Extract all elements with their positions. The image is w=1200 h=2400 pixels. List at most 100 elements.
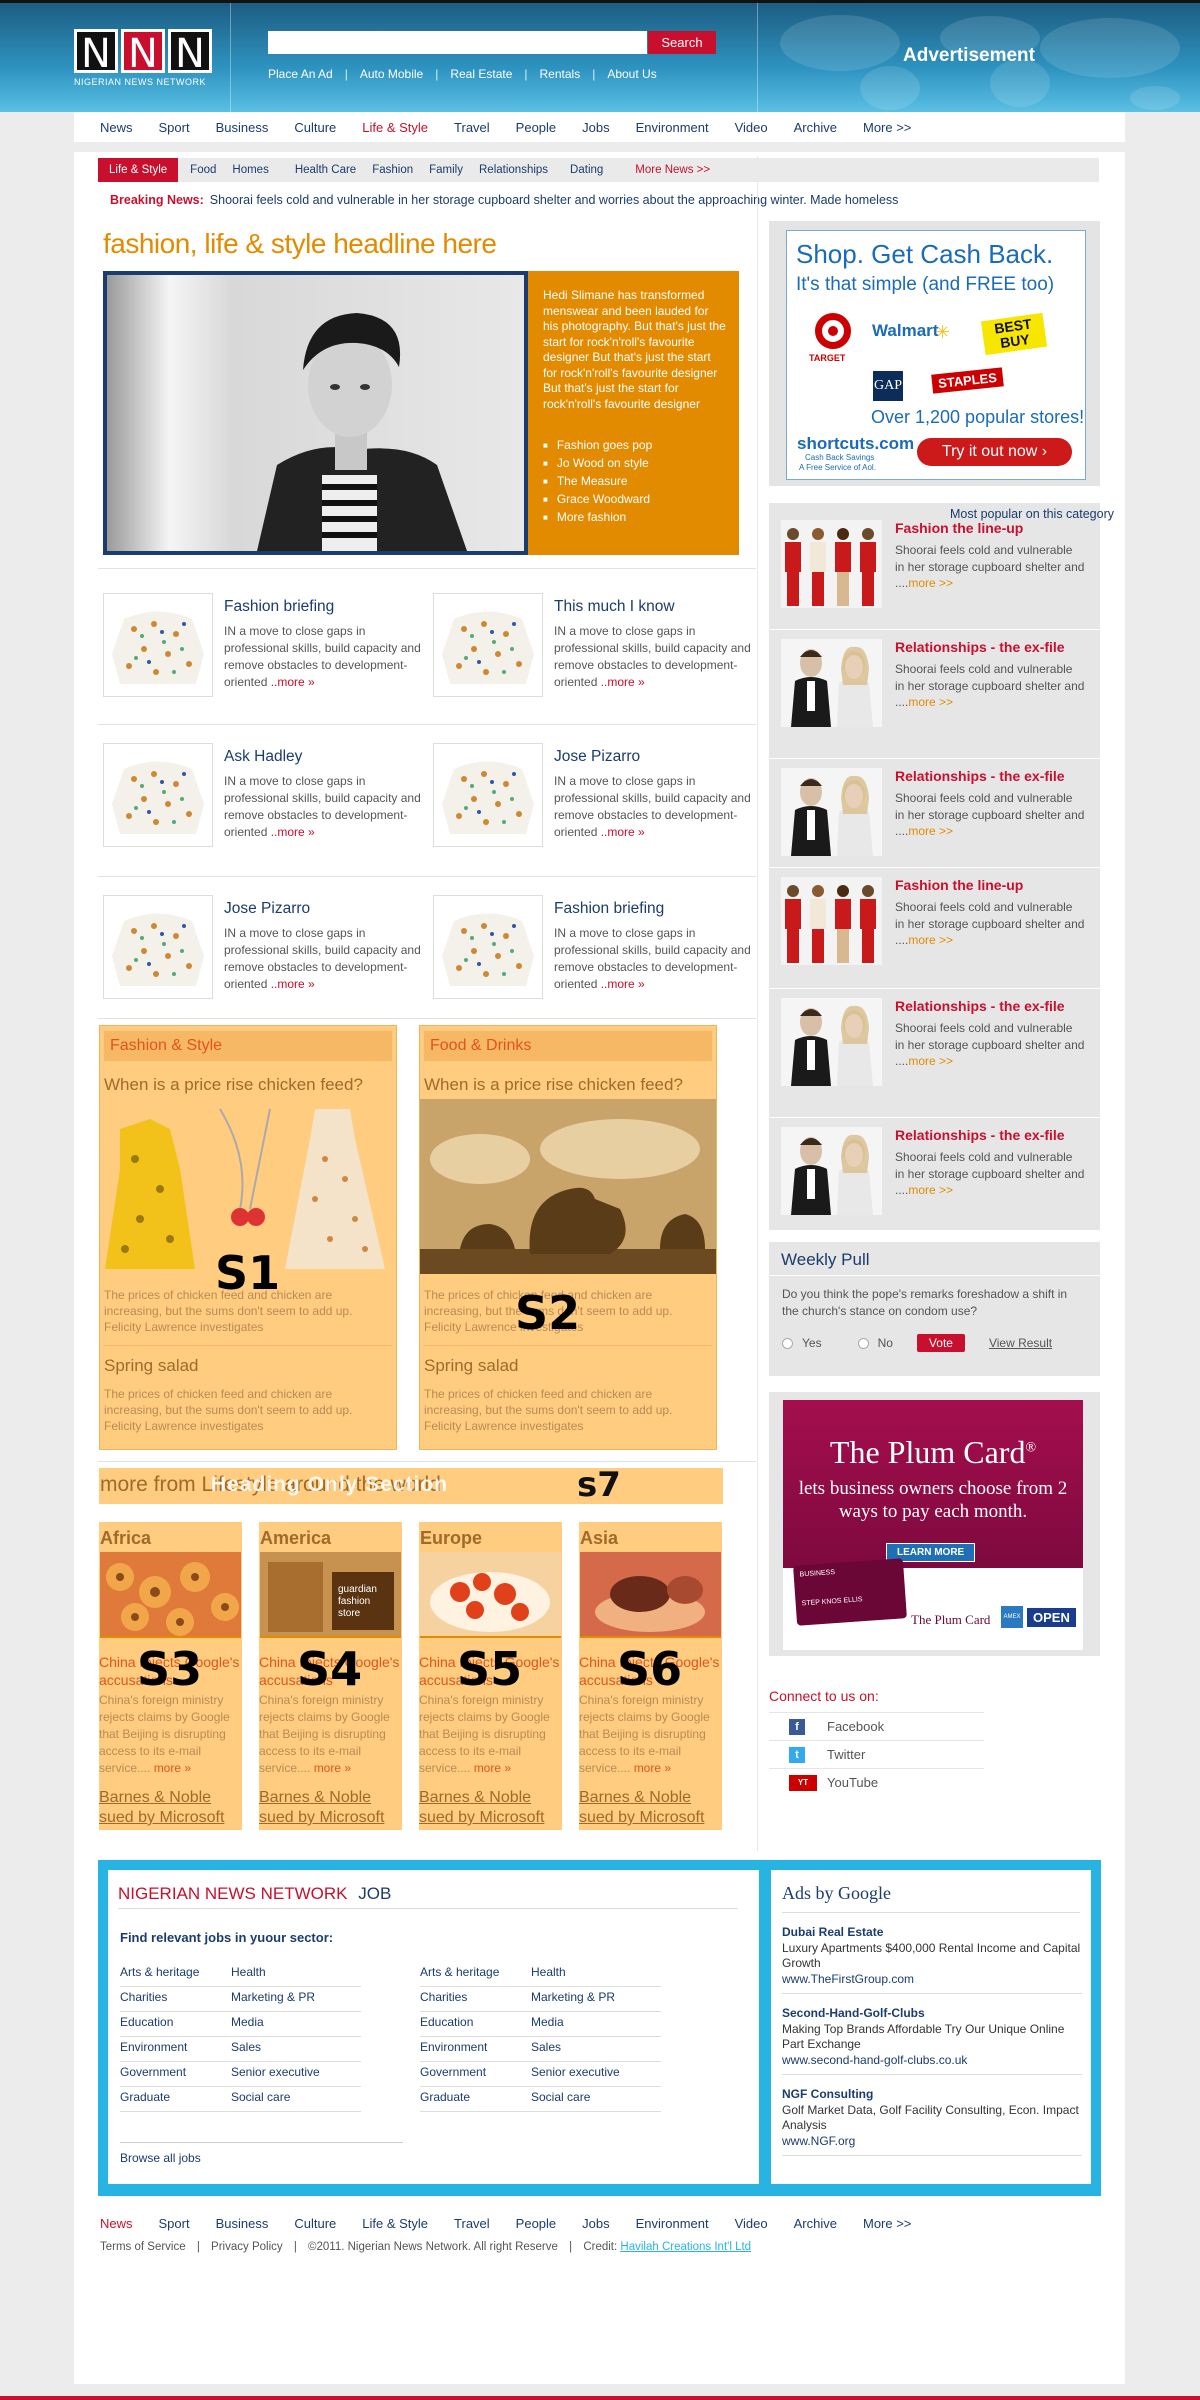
story-more-link[interactable]: ..more » (601, 825, 645, 839)
footer-nav-link[interactable]: Life & Style (362, 2216, 428, 2231)
popular-title[interactable]: Relationships - the ex-file (895, 998, 1065, 1014)
subnav-fashion[interactable]: Fashion (372, 164, 413, 176)
story-title[interactable]: This much I know (554, 598, 675, 616)
story-more-link[interactable]: ..more » (601, 675, 645, 689)
footer-nav-link[interactable]: Environment (636, 2216, 709, 2231)
continent-photo[interactable] (100, 1552, 241, 1638)
google-ad-url[interactable]: www.second-hand-golf-clubs.co.uk (782, 2053, 1082, 2069)
nav-culture[interactable]: Culture (294, 120, 336, 135)
google-ad-url[interactable]: www.TheFirstGroup.com (782, 1972, 1082, 1988)
popular-thumbnail[interactable] (781, 639, 882, 727)
panel-heading[interactable]: Food & Drinks (424, 1031, 712, 1061)
feature-headline[interactable]: fashion, life & style headline here (103, 228, 497, 260)
footer-nav-link[interactable]: Jobs (582, 2216, 609, 2231)
google-ad-name[interactable]: Second-Hand-Golf-Clubs (782, 2006, 1082, 2022)
try-it-button[interactable]: Try it out now › (917, 438, 1072, 466)
continent-footer-link[interactable]: Barnes & Noble sued by Microsoft (419, 1788, 562, 1828)
poll-yes-radio[interactable] (782, 1337, 793, 1349)
privacy-link[interactable]: Privacy Policy (211, 2241, 283, 2253)
footer-nav-link[interactable]: Sport (159, 2216, 190, 2231)
story-thumbnail[interactable] (103, 593, 213, 697)
subnav-health-care[interactable]: Health Care (295, 164, 356, 176)
footer-nav-link[interactable]: More >> (863, 2216, 911, 2231)
vote-button[interactable]: Vote (916, 1334, 965, 1352)
plum-card-ad[interactable]: The Plum Card® lets business owners choo… (783, 1400, 1083, 1650)
popular-thumbnail[interactable] (781, 1127, 882, 1215)
story-more-link[interactable]: ..more » (271, 977, 315, 991)
job-sector-link[interactable]: Media (531, 2012, 661, 2037)
shortcuts-ad[interactable]: Shop. Get Cash Back. It's that simple (a… (786, 230, 1086, 480)
feature-link[interactable]: The Measure (543, 474, 652, 488)
about-us-link[interactable]: About Us (607, 67, 656, 81)
footer-nav-link[interactable]: Archive (794, 2216, 837, 2231)
facebook-link[interactable]: f Facebook (769, 1712, 984, 1740)
nav-archive[interactable]: Archive (794, 120, 837, 135)
continent-name[interactable]: Europe (420, 1528, 562, 1549)
terms-link[interactable]: Terms of Service (100, 2241, 186, 2253)
story-title[interactable]: Ask Hadley (224, 748, 302, 766)
search-button[interactable]: Search (648, 31, 716, 54)
nav-business[interactable]: Business (216, 120, 269, 135)
job-sector-link[interactable]: Sales (531, 2037, 661, 2062)
google-ad[interactable]: NGF Consulting Golf Market Data, Golf Fac… (782, 2087, 1082, 2156)
google-ad-url[interactable]: www.NGF.org (782, 2134, 1082, 2150)
popular-more-link[interactable]: more >> (908, 933, 953, 947)
story-title[interactable]: Fashion briefing (224, 598, 334, 616)
story-title[interactable]: Fashion briefing (554, 900, 664, 918)
continent-more-link[interactable]: more » (314, 1761, 351, 1775)
site-logo[interactable]: N N N NIGERIAN NEWS NETWORK (74, 29, 212, 87)
footer-nav-link[interactable]: Video (735, 2216, 768, 2231)
continent-photo[interactable] (580, 1552, 721, 1638)
panel-question[interactable]: When is a price rise chicken feed? (104, 1075, 396, 1095)
popular-more-link[interactable]: more >> (908, 824, 953, 838)
subnav-food[interactable]: Food (190, 164, 216, 176)
story-thumbnail[interactable] (433, 593, 543, 697)
breaking-news-text[interactable]: Shoorai feels cold and vulnerable in her… (210, 193, 899, 207)
nav-news[interactable]: News (100, 120, 133, 135)
feature-photo[interactable] (103, 271, 528, 555)
popular-more-link[interactable]: more >> (908, 695, 953, 709)
continent-name[interactable]: Africa (100, 1528, 242, 1549)
popular-more-link[interactable]: more >> (908, 576, 953, 590)
nav-jobs[interactable]: Jobs (582, 120, 609, 135)
job-sector-link[interactable]: Marketing & PR (531, 1987, 661, 2012)
popular-thumbnail[interactable] (781, 768, 882, 856)
popular-more-link[interactable]: more >> (908, 1183, 953, 1197)
footer-nav-link[interactable]: Culture (294, 2216, 336, 2231)
popular-thumbnail[interactable] (781, 520, 882, 608)
job-sector-link[interactable]: Media (231, 2012, 361, 2037)
footer-nav-link[interactable]: Travel (454, 2216, 490, 2231)
feature-link[interactable]: More fashion (543, 510, 652, 524)
popular-title[interactable]: Relationships - the ex-file (895, 639, 1065, 655)
google-ad-name[interactable]: Dubai Real Estate (782, 1925, 1082, 1941)
nav-video[interactable]: Video (735, 120, 768, 135)
continent-more-link[interactable]: more » (634, 1761, 671, 1775)
story-more-link[interactable]: ..more » (271, 825, 315, 839)
subnav-dating[interactable]: Dating (570, 164, 603, 176)
continent-more-link[interactable]: more » (474, 1761, 511, 1775)
panel-subheading[interactable]: Spring salad (104, 1356, 396, 1376)
popular-title[interactable]: Relationships - the ex-file (895, 768, 1065, 784)
footer-nav-link[interactable]: People (516, 2216, 556, 2231)
continent-footer-link[interactable]: Barnes & Noble sued by Microsoft (99, 1788, 242, 1828)
continent-name[interactable]: Asia (580, 1528, 722, 1549)
continent-photo[interactable] (420, 1552, 561, 1638)
job-sector-link[interactable]: Senior executive (231, 2062, 361, 2087)
real-estate-link[interactable]: Real Estate (450, 67, 512, 81)
job-sector-link[interactable]: Social care (231, 2087, 361, 2112)
job-sector-link[interactable]: Sales (231, 2037, 361, 2062)
popular-title[interactable]: Fashion the line-up (895, 877, 1023, 893)
panel-question[interactable]: When is a price rise chicken feed? (424, 1075, 716, 1095)
footer-nav-link[interactable]: News (100, 2216, 133, 2231)
nav-people[interactable]: People (516, 120, 556, 135)
story-more-link[interactable]: ..more » (271, 675, 315, 689)
nav-sport[interactable]: Sport (159, 120, 190, 135)
story-title[interactable]: Jose Pizarro (554, 748, 640, 766)
nav-travel[interactable]: Travel (454, 120, 490, 135)
place-an-ad-link[interactable]: Place An Ad (268, 67, 333, 81)
story-thumbnail[interactable] (103, 743, 213, 847)
panel-subheading[interactable]: Spring salad (424, 1356, 716, 1376)
job-sector-link[interactable]: Social care (531, 2087, 661, 2112)
google-ad[interactable]: Dubai Real Estate Luxury Apartments $400,… (782, 1925, 1082, 1994)
story-more-link[interactable]: ..more » (601, 977, 645, 991)
